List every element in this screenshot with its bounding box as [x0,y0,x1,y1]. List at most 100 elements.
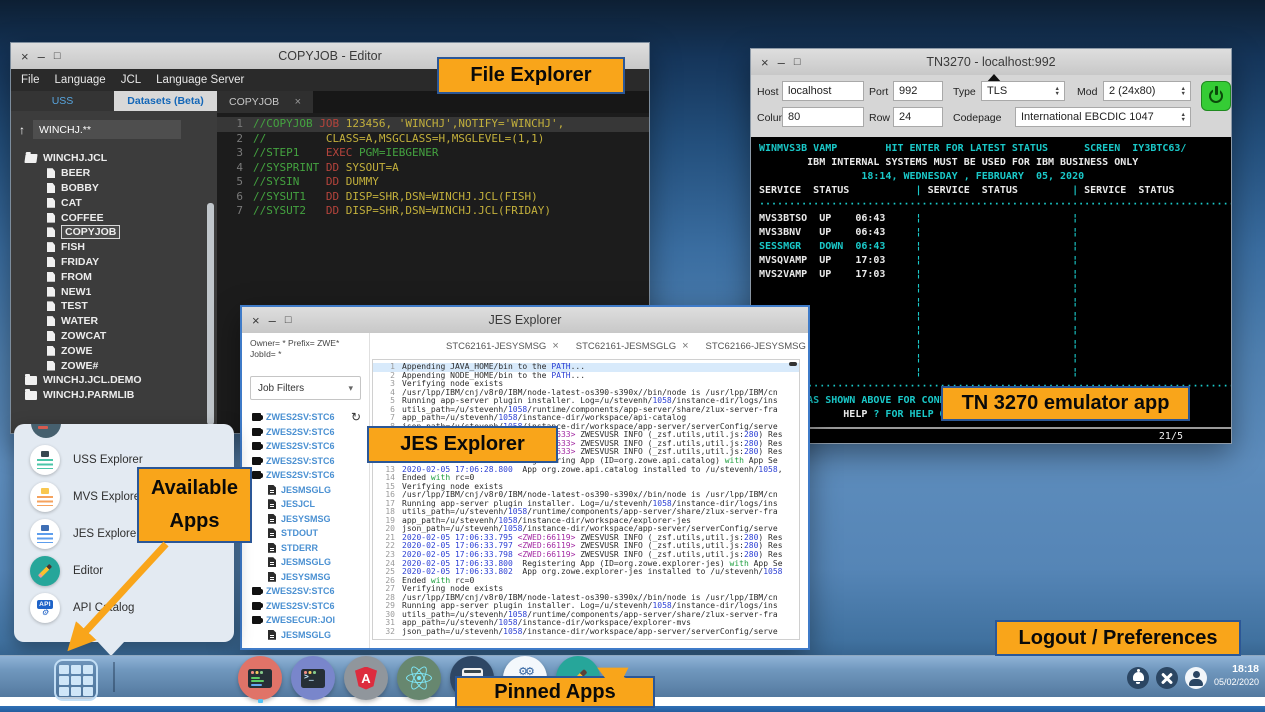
mod-select[interactable]: 2 (24x80)▲▼ [1103,81,1191,101]
angular-app-icon[interactable]: A [344,656,388,700]
terminal-line: ········································… [759,198,1223,212]
tree-item-winchj-jcl[interactable]: WINCHJ.JCL [11,151,217,166]
menu-item-file[interactable]: File [21,74,40,86]
job-item-jesjcl[interactable]: JESJCL [242,497,369,512]
clock: 18:18 05/02/2020 [1214,663,1259,689]
close-tab-icon[interactable]: × [682,340,688,352]
file-icon [47,227,55,237]
tn3270-titlebar[interactable]: ×–□ TN3270 - localhost:992 [751,49,1231,75]
job-item-zwes2sv-stc6[interactable]: ZWES2SV:STC6 [242,425,369,440]
column-field[interactable]: 80 [782,107,864,127]
job-item-zwes2sv-stc6[interactable]: ZWES2SV:STC6 [242,584,369,599]
job-item-stderr[interactable]: STDERR [242,541,369,556]
tree-item-copyjob[interactable]: COPYJOB [11,225,217,240]
row-field[interactable]: 24 [893,107,943,127]
tree-item-zowcat[interactable]: ZOWCAT [11,329,217,344]
code-line: 5//SYSIN DD DUMMY [217,175,649,190]
menu-item-jcl[interactable]: JCL [121,74,141,86]
job-item-jesmsglg[interactable]: JESMSGLG [242,483,369,498]
job-icon [252,428,261,436]
tree-item-zowe[interactable]: ZOWE [11,343,217,358]
tree-item-winchj-parmlib[interactable]: WINCHJ.PARMLIB [11,388,217,403]
log-scrollbar[interactable] [789,362,797,366]
vt-terminal-app-icon[interactable]: >_ [291,656,335,700]
sidebar-tab-datasets-beta[interactable]: Datasets (Beta) [114,91,217,111]
tree-item-new1[interactable]: NEW1 [11,284,217,299]
mvs-explorer-icon [30,482,60,512]
tree-item-coffee[interactable]: COFFEE [11,210,217,225]
row-label: Row [869,112,890,124]
tree-item-test[interactable]: TEST [11,299,217,314]
tree-item-winchj-jcl-demo[interactable]: WINCHJ.JCL.DEMO [11,373,217,388]
app-launcher-button[interactable] [54,659,98,701]
type-select[interactable]: TLS▲▼ [981,81,1065,101]
job-item-stdout[interactable]: STDOUT [242,526,369,541]
menu-item-language[interactable]: Language [55,74,106,86]
jes-titlebar[interactable]: ×–□ JES Explorer [242,307,808,333]
maximize-icon[interactable]: □ [54,50,61,62]
terminal-line: WINMVS3B VAMP HIT ENTER FOR LATEST STATU… [759,142,1223,156]
job-item-zwes2sv-stc6[interactable]: ZWES2SV:STC6↻ [242,410,369,425]
maximize-icon[interactable]: □ [794,56,801,68]
notifications-icon[interactable] [1127,667,1149,689]
tree-item-bobby[interactable]: BOBBY [11,181,217,196]
job-item-zwesecur-joi[interactable]: ZWESECUR:JOI [242,613,369,628]
jes-tab-stc62161-jesmsglg[interactable]: STC62161-JESMSGLG× [576,340,689,352]
job-filters-dropdown[interactable]: Job Filters ▾ [250,376,361,400]
settings-icon[interactable] [1156,667,1178,689]
close-icon[interactable]: × [21,49,29,64]
close-icon[interactable]: × [252,313,260,328]
minimize-icon[interactable]: – [38,49,45,64]
user-icon[interactable] [1185,667,1207,689]
tab-copyjob[interactable]: COPYJOB × [217,91,313,113]
tree-item-friday[interactable]: FRIDAY [11,255,217,270]
terminal-screen[interactable]: WINMVS3B VAMP HIT ENTER FOR LATEST STATU… [751,137,1231,427]
file-icon [47,287,55,297]
terminal-status-bar: 21/5 [751,427,1231,443]
up-arrow-icon[interactable]: ↑ [19,123,25,137]
terminal-app-icon[interactable] [238,656,282,700]
close-icon[interactable]: × [761,55,769,70]
job-item-jesysmsg[interactable]: JESYSMSG [242,512,369,527]
close-tab-icon[interactable]: × [552,340,558,352]
editor-tab-label: COPYJOB [229,96,279,108]
jes-tab-stc62166-jesysmsg[interactable]: STC62166-JESYSMSG× [706,340,808,352]
owner-prefix-text: Owner= * Prefix= ZWE* [242,338,369,349]
maximize-icon[interactable]: □ [285,314,292,326]
refresh-icon[interactable]: ↻ [351,410,361,424]
sidebar-tab-uss[interactable]: USS [11,91,114,111]
tree-item-cat[interactable]: CAT [11,195,217,210]
callout-jes-explorer: JES Explorer [367,426,558,463]
tree-item-zowe[interactable]: ZOWE# [11,358,217,373]
port-field[interactable]: 992 [893,81,943,101]
tree-item-from[interactable]: FROM [11,269,217,284]
dataset-filter-input[interactable]: WINCHJ.** [33,120,181,139]
job-item-zwes2sv-stc6[interactable]: ZWES2SV:STC6 [242,439,369,454]
minimize-icon[interactable]: – [269,313,276,328]
file-icon [47,242,55,252]
tree-item-water[interactable]: WATER [11,314,217,329]
terminal-line: 18:14, WEDNESDAY , FEBRUARY 05, 2020 [759,170,1223,184]
job-item-zwes2sv-stc6[interactable]: ZWES2SV:STC6 [242,599,369,614]
sidebar-scrollbar[interactable] [207,203,214,425]
react-app-icon[interactable] [397,656,441,700]
dropdown-arrows-icon: ▲▼ [1181,87,1186,96]
connect-power-button[interactable] [1201,81,1231,111]
job-item-jesmsglg[interactable]: JESMSGLG [242,628,369,643]
tree-item-fish[interactable]: FISH [11,240,217,255]
codepage-select[interactable]: International EBCDIC 1047▲▼ [1015,107,1191,127]
file-icon [47,361,55,371]
job-icon [252,442,261,450]
minimize-icon[interactable]: – [778,55,785,70]
job-item-jesmsglg[interactable]: JESMSGLG [242,555,369,570]
job-item-jesysmsg[interactable]: JESYSMSG [242,570,369,585]
close-tab-icon[interactable]: × [295,96,301,108]
host-field[interactable]: localhost [782,81,864,101]
jes-tab-stc62161-jesysmsg[interactable]: STC62161-JESYSMSG× [446,340,559,352]
job-item-zwes2sv-stc6[interactable]: ZWES2SV:STC6 [242,454,369,469]
tree-item-beer[interactable]: BEER [11,166,217,181]
menu-item-language-server[interactable]: Language Server [156,74,244,86]
log-area[interactable]: 1Appending JAVA_HOME/bin to the PATH...2… [372,359,800,640]
job-item-zwes2sv-stc6[interactable]: ZWES2SV:STC6 [242,468,369,483]
code-line: 1//COPYJOB JOB 123456, 'WINCHJ',NOTIFY='… [217,117,649,132]
